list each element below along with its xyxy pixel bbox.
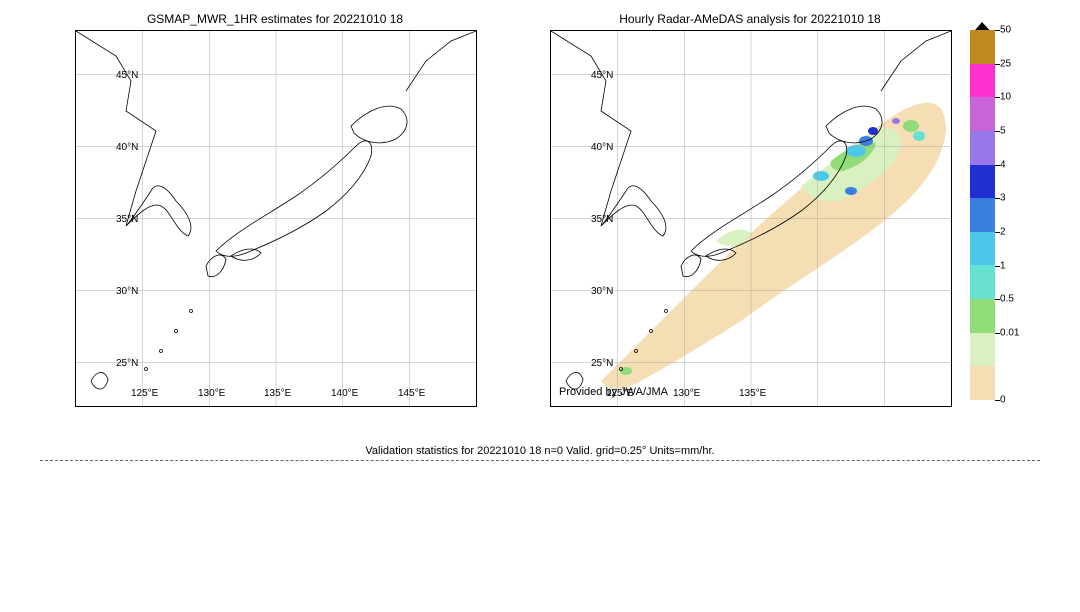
cb-label: 0.5 xyxy=(1000,294,1014,305)
cb-label: 5 xyxy=(1000,125,1006,136)
cb-label: 4 xyxy=(1000,159,1006,170)
right-panel-title: Hourly Radar-AMeDAS analysis for 2022101… xyxy=(550,12,950,26)
svg-text:30°N: 30°N xyxy=(591,286,613,297)
svg-text:40°N: 40°N xyxy=(116,142,138,153)
svg-text:125°E: 125°E xyxy=(131,388,159,399)
svg-text:130°E: 130°E xyxy=(198,388,226,399)
svg-text:35°N: 35°N xyxy=(116,214,138,225)
cb-label: 25 xyxy=(1000,58,1011,69)
svg-text:25°N: 25°N xyxy=(591,358,613,369)
footer-divider xyxy=(40,460,1040,461)
cb-label: 1 xyxy=(1000,260,1006,271)
left-panel-title: GSMAP_MWR_1HR estimates for 20221010 18 xyxy=(75,12,475,26)
cb-label: 0 xyxy=(1000,395,1006,406)
left-map-panel: 45°N 40°N 35°N 30°N 25°N 125°E 130°E 135… xyxy=(75,30,477,407)
attribution-text: Provided by JWA/JMA xyxy=(559,386,668,398)
svg-text:45°N: 45°N xyxy=(116,70,138,81)
cb-label: 50 xyxy=(1000,25,1011,36)
right-map-svg: 45°N 40°N 35°N 30°N 25°N 125°E 130°E 135… xyxy=(551,31,951,406)
svg-text:40°N: 40°N xyxy=(591,142,613,153)
left-map-svg: 45°N 40°N 35°N 30°N 25°N 125°E 130°E 135… xyxy=(76,31,476,406)
right-map-panel: 45°N 40°N 35°N 30°N 25°N 125°E 130°E 135… xyxy=(550,30,952,407)
colorbar xyxy=(970,30,995,400)
cb-label: 3 xyxy=(1000,193,1006,204)
svg-text:35°N: 35°N xyxy=(591,214,613,225)
figure-container: GSMAP_MWR_1HR estimates for 20221010 18 … xyxy=(0,0,1080,612)
cb-label: 2 xyxy=(1000,226,1006,237)
svg-text:25°N: 25°N xyxy=(116,358,138,369)
cb-label: 10 xyxy=(1000,92,1011,103)
cb-label: 0.01 xyxy=(1000,327,1019,338)
svg-text:135°E: 135°E xyxy=(264,388,292,399)
svg-text:45°N: 45°N xyxy=(591,70,613,81)
svg-text:140°E: 140°E xyxy=(331,388,359,399)
svg-text:130°E: 130°E xyxy=(673,388,701,399)
svg-text:145°E: 145°E xyxy=(398,388,426,399)
svg-text:30°N: 30°N xyxy=(116,286,138,297)
footer-caption: Validation statistics for 20221010 18 n=… xyxy=(0,445,1080,457)
svg-text:135°E: 135°E xyxy=(739,388,767,399)
